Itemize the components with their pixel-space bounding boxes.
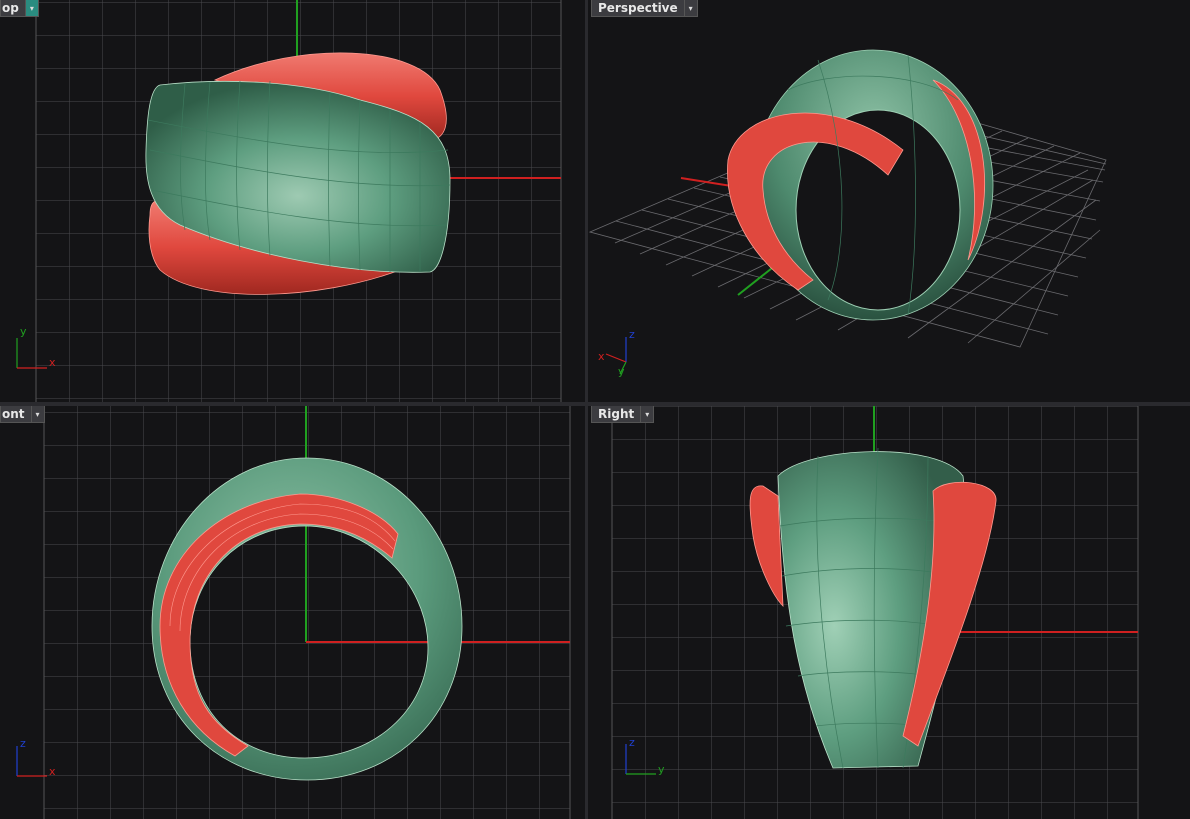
viewport-top[interactable]: y x op ▾: [0, 0, 585, 402]
viewport-title[interactable]: Right: [591, 406, 642, 423]
axis-label-y: y: [20, 325, 27, 338]
viewport-tab-front[interactable]: ont ▾: [0, 406, 45, 423]
viewport-title[interactable]: op: [0, 0, 26, 17]
viewport-splitter-horizontal[interactable]: [0, 402, 1190, 406]
viewport-front[interactable]: z x ont ▾: [0, 406, 585, 819]
dropdown-arrow-icon[interactable]: ▾: [25, 0, 39, 17]
viewport-right[interactable]: z y Right ▾: [588, 406, 1190, 819]
axis-label-z: z: [629, 328, 635, 341]
dropdown-arrow-icon[interactable]: ▾: [31, 406, 45, 423]
viewport-tab-right[interactable]: Right ▾: [591, 406, 655, 423]
viewport-tab-top[interactable]: op ▾: [0, 0, 39, 17]
viewport-tab-perspective[interactable]: Perspective ▾: [591, 0, 698, 17]
viewport-title[interactable]: Perspective: [591, 0, 685, 17]
viewport-title[interactable]: ont: [0, 406, 32, 423]
axis-label-x: x: [598, 350, 605, 363]
axis-label-y: y: [658, 763, 665, 776]
dropdown-arrow-icon[interactable]: ▾: [684, 0, 698, 17]
axis-label-x: x: [49, 765, 56, 778]
viewport-right-canvas[interactable]: [588, 406, 1190, 819]
axis-label-z: z: [629, 736, 635, 749]
viewport-top-canvas[interactable]: [0, 0, 585, 402]
axis-label-x: x: [49, 356, 56, 369]
dropdown-arrow-icon[interactable]: ▾: [641, 406, 655, 423]
viewport-perspective-canvas[interactable]: [588, 0, 1190, 402]
viewport-splitter-vertical[interactable]: [585, 0, 588, 819]
viewport-perspective[interactable]: z x y Perspective ▾: [588, 0, 1190, 402]
axis-label-y: y: [618, 365, 625, 378]
viewport-front-canvas[interactable]: [0, 406, 585, 819]
axis-label-z: z: [20, 737, 26, 750]
axis-triad-icon: [16, 746, 47, 777]
